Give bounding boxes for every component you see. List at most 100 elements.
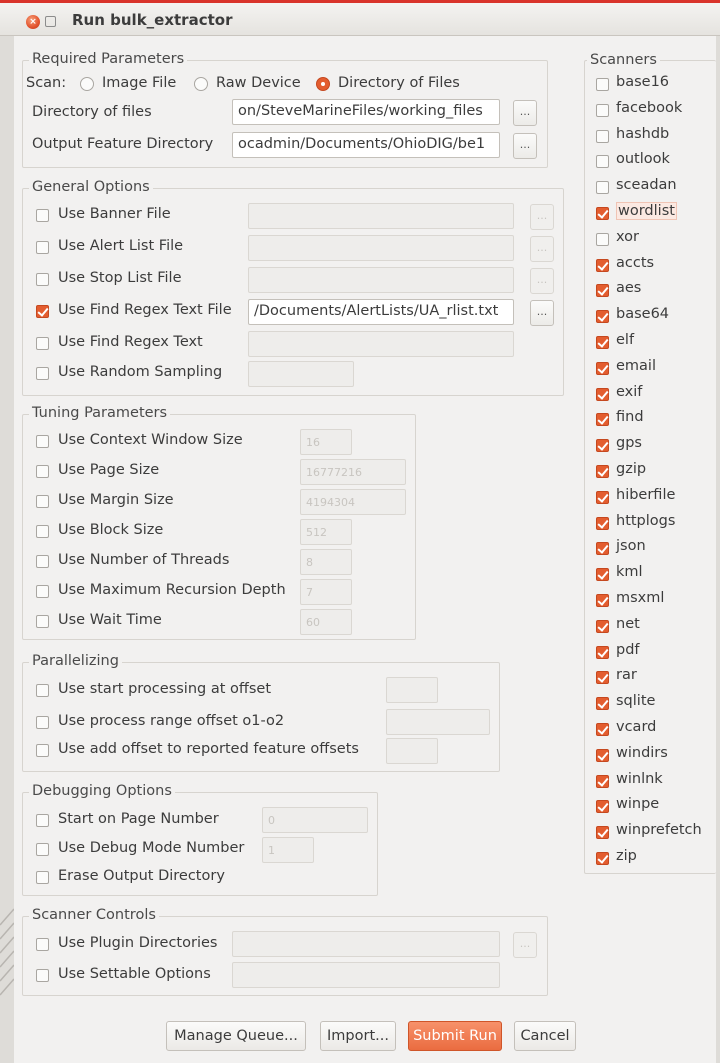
- general-checkbox[interactable]: [36, 241, 49, 254]
- scanner-checkbox[interactable]: [596, 723, 609, 736]
- browse-output-button[interactable]: ...: [513, 133, 537, 159]
- scanner-checkbox[interactable]: [596, 852, 609, 865]
- submit-run-button[interactable]: Submit Run: [408, 1021, 502, 1051]
- scanner-checkbox[interactable]: [596, 207, 609, 220]
- scanner-item-gzip[interactable]: gzip: [594, 461, 704, 483]
- scanner-checkbox[interactable]: [596, 517, 609, 530]
- import-button[interactable]: Import...: [320, 1021, 396, 1051]
- scanner-label: winpe: [616, 796, 660, 812]
- scanner-item-outlook[interactable]: outlook: [594, 151, 704, 173]
- debug-checkbox[interactable]: [36, 871, 49, 884]
- general-checkbox-checked[interactable]: [36, 305, 49, 318]
- tuning-checkbox[interactable]: [36, 585, 49, 598]
- scanner-item-winpe[interactable]: winpe: [594, 796, 704, 818]
- scanner-item-vcard[interactable]: vcard: [594, 719, 704, 741]
- scanner-item-accts[interactable]: accts: [594, 255, 704, 277]
- general-checkbox[interactable]: [36, 367, 49, 380]
- scan-label: Scan:: [26, 75, 67, 91]
- debug-checkbox[interactable]: [36, 814, 49, 827]
- scanner-item-hashdb[interactable]: hashdb: [594, 126, 704, 148]
- tuning-checkbox[interactable]: [36, 525, 49, 538]
- scanner-item-email[interactable]: email: [594, 358, 704, 380]
- scanner-item-winprefetch[interactable]: winprefetch: [594, 822, 704, 844]
- scanner-item-kml[interactable]: kml: [594, 564, 704, 586]
- scanner-checkbox[interactable]: [596, 594, 609, 607]
- parallel-checkbox[interactable]: [36, 744, 49, 757]
- scanner-checkbox[interactable]: [596, 284, 609, 297]
- scanner-checkbox[interactable]: [596, 465, 609, 478]
- close-icon[interactable]: ×: [26, 15, 40, 29]
- scanner-item-aes[interactable]: aes: [594, 280, 704, 302]
- tuning-checkbox[interactable]: [36, 465, 49, 478]
- output-directory-field[interactable]: ocadmin/Documents/OhioDIG/be1: [232, 132, 500, 158]
- general-checkbox[interactable]: [36, 273, 49, 286]
- scanner-checkbox[interactable]: [596, 620, 609, 633]
- parallel-checkbox[interactable]: [36, 684, 49, 697]
- scanner-checkbox[interactable]: [596, 388, 609, 401]
- browse-button[interactable]: ...: [530, 300, 554, 326]
- scanner-checkbox[interactable]: [596, 336, 609, 349]
- scanner-item-base16[interactable]: base16: [594, 74, 704, 96]
- scanner-item-wordlist[interactable]: wordlist: [594, 202, 704, 225]
- scanner-item-rar[interactable]: rar: [594, 667, 704, 689]
- scanner-item-sqlite[interactable]: sqlite: [594, 693, 704, 715]
- parallel-checkbox[interactable]: [36, 716, 49, 729]
- scanner-checkbox[interactable]: [596, 130, 609, 143]
- scanner-item-json[interactable]: json: [594, 538, 704, 560]
- cancel-button[interactable]: Cancel: [514, 1021, 576, 1051]
- scanner-item-httplogs[interactable]: httplogs: [594, 513, 704, 535]
- scanner-item-base64[interactable]: base64: [594, 306, 704, 328]
- scanner-checkbox[interactable]: [596, 155, 609, 168]
- scanner-item-xor[interactable]: xor: [594, 229, 704, 251]
- radio-image-file[interactable]: [80, 77, 94, 91]
- scanner-item-facebook[interactable]: facebook: [594, 100, 704, 122]
- scanner-checkbox[interactable]: [596, 800, 609, 813]
- directory-field[interactable]: on/SteveMarineFiles/working_files: [232, 99, 500, 125]
- browse-directory-button[interactable]: ...: [513, 100, 537, 126]
- tuning-checkbox[interactable]: [36, 435, 49, 448]
- radio-raw-device[interactable]: [194, 77, 208, 91]
- tuning-checkbox[interactable]: [36, 555, 49, 568]
- scanner-item-windirs[interactable]: windirs: [594, 745, 704, 767]
- scanner-item-exif[interactable]: exif: [594, 384, 704, 406]
- scanner-checkbox[interactable]: [596, 542, 609, 555]
- tuning-checkbox[interactable]: [36, 495, 49, 508]
- scanner-item-hiberfile[interactable]: hiberfile: [594, 487, 704, 509]
- scanner-checkbox[interactable]: [596, 259, 609, 272]
- radio-directory-of-files[interactable]: [316, 77, 330, 91]
- scanner-checkbox[interactable]: [596, 104, 609, 117]
- scanner-item-sceadan[interactable]: sceadan: [594, 177, 704, 199]
- scanner-item-pdf[interactable]: pdf: [594, 642, 704, 664]
- scanner-checkbox[interactable]: [596, 568, 609, 581]
- scanner-checkbox[interactable]: [596, 775, 609, 788]
- scanner-checkbox[interactable]: [596, 439, 609, 452]
- scanner-item-gps[interactable]: gps: [594, 435, 704, 457]
- scanner-checkbox[interactable]: [596, 310, 609, 323]
- scanner-checkbox[interactable]: [596, 233, 609, 246]
- scanner-checkbox[interactable]: [596, 646, 609, 659]
- scanner-checkbox[interactable]: [596, 78, 609, 91]
- general-checkbox[interactable]: [36, 337, 49, 350]
- scanner-item-net[interactable]: net: [594, 616, 704, 638]
- scanner-checkbox[interactable]: [596, 181, 609, 194]
- controls-checkbox[interactable]: [36, 938, 49, 951]
- scanner-item-winlnk[interactable]: winlnk: [594, 771, 704, 793]
- find-regex-file-field[interactable]: /Documents/AlertLists/UA_rlist.txt: [248, 299, 514, 325]
- scanner-item-msxml[interactable]: msxml: [594, 590, 704, 612]
- debug-checkbox[interactable]: [36, 843, 49, 856]
- scanner-checkbox[interactable]: [596, 362, 609, 375]
- scanner-checkbox[interactable]: [596, 749, 609, 762]
- scanner-checkbox[interactable]: [596, 413, 609, 426]
- maximize-icon[interactable]: [45, 16, 56, 27]
- manage-queue-button[interactable]: Manage Queue...: [166, 1021, 306, 1051]
- scanner-checkbox[interactable]: [596, 671, 609, 684]
- scanner-item-elf[interactable]: elf: [594, 332, 704, 354]
- general-checkbox[interactable]: [36, 209, 49, 222]
- controls-checkbox[interactable]: [36, 969, 49, 982]
- scanner-item-find[interactable]: find: [594, 409, 704, 431]
- tuning-checkbox[interactable]: [36, 615, 49, 628]
- scanner-item-zip[interactable]: zip: [594, 848, 704, 870]
- scanner-checkbox[interactable]: [596, 697, 609, 710]
- scanner-checkbox[interactable]: [596, 826, 609, 839]
- scanner-checkbox[interactable]: [596, 491, 609, 504]
